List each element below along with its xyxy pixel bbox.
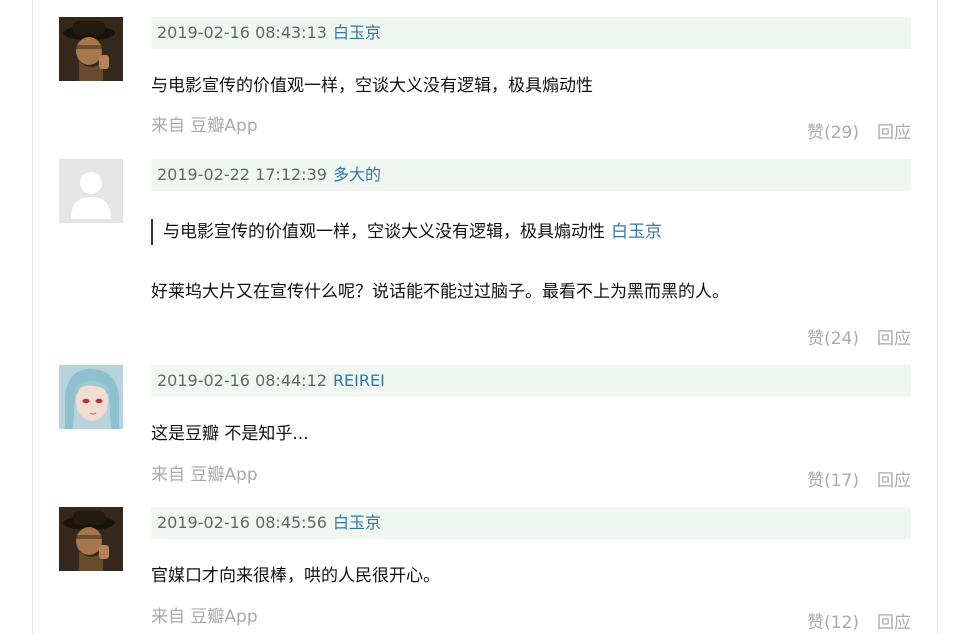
man-hat-avatar-icon[interactable] — [59, 507, 123, 571]
comment-time: 2019-02-16 08:43:13 — [157, 23, 327, 42]
comment-actions: 赞(24) 回应 — [807, 324, 911, 349]
comment-author-link[interactable]: 白玉京 — [333, 23, 381, 42]
comment-time: 2019-02-16 08:45:56 — [157, 513, 327, 532]
comment-time: 2019-02-22 17:12:39 — [157, 165, 327, 184]
comment-author-link[interactable]: 多大的 — [333, 165, 381, 184]
comment-meta: 2019-02-16 08:45:56 白玉京 — [151, 507, 911, 539]
quoted-text: 与电影宣传的价值观一样，空谈大义没有逻辑，极具煽动性 — [163, 222, 605, 242]
comment-author-link[interactable]: 白玉京 — [333, 513, 381, 532]
comment-actions: 赞(12) 回应 — [807, 608, 911, 633]
comment-author-link[interactable]: REIREI — [333, 371, 385, 390]
reply-button[interactable]: 回应 — [877, 123, 911, 143]
reply-button[interactable]: 回应 — [877, 329, 911, 349]
quoted-comment: 与电影宣传的价值观一样，空谈大义没有逻辑，极具煽动性 白玉京 — [151, 219, 662, 245]
comment-text: 这是豆瓣 不是知乎... — [151, 424, 309, 444]
comment-text: 官媒口才向来很棒，哄的人民很开心。 — [151, 566, 440, 586]
quoted-author-link[interactable]: 白玉京 — [611, 222, 662, 242]
reply-button[interactable]: 回应 — [877, 613, 911, 633]
comment-text: 与电影宣传的价值观一样，空谈大义没有逻辑，极具煽动性 — [151, 76, 593, 96]
default-user-avatar-icon[interactable] — [59, 159, 123, 223]
comment-actions: 赞(17) 回应 — [807, 466, 911, 491]
comment-meta: 2019-02-16 08:44:12 REIREI — [151, 365, 911, 397]
like-button[interactable]: 赞(17) — [807, 471, 859, 491]
comment-meta: 2019-02-22 17:12:39 多大的 — [151, 159, 911, 191]
comment-source: 来自 豆瓣App — [151, 465, 258, 485]
man-hat-avatar-icon[interactable] — [59, 17, 123, 81]
comment-actions: 赞(29) 回应 — [807, 118, 911, 143]
like-button[interactable]: 赞(29) — [807, 123, 859, 143]
comment-source: 来自 豆瓣App — [151, 116, 258, 136]
like-button[interactable]: 赞(12) — [807, 613, 859, 633]
anime-girl-avatar-icon[interactable] — [59, 365, 123, 429]
like-button[interactable]: 赞(24) — [807, 329, 859, 349]
comment-text: 好莱坞大片又在宣传什么呢？说话能不能过过脑子。最看不上为黑而黑的人。 — [151, 282, 729, 302]
comment-time: 2019-02-16 08:44:12 — [157, 371, 327, 390]
reply-button[interactable]: 回应 — [877, 471, 911, 491]
comment-source: 来自 豆瓣App — [151, 607, 258, 627]
comment-meta: 2019-02-16 08:43:13 白玉京 — [151, 17, 911, 49]
